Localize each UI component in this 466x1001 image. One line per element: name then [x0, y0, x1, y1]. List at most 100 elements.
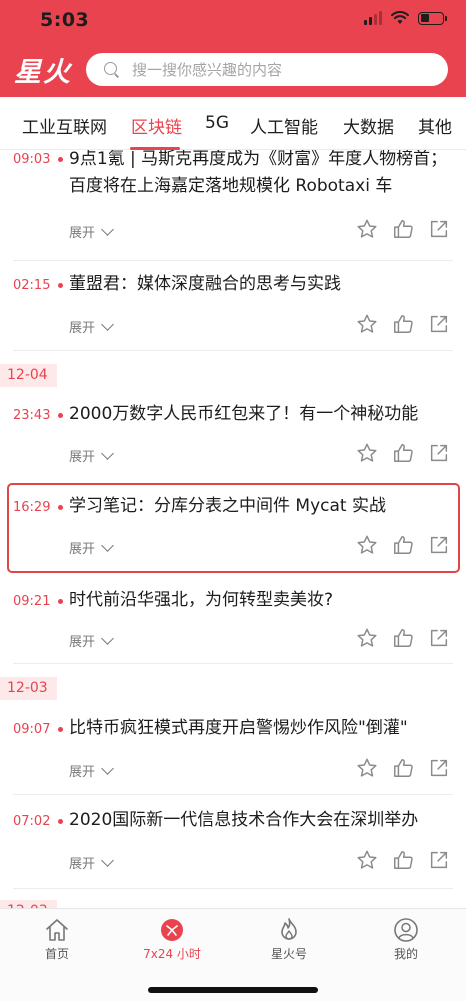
expand-label: 展开 — [69, 321, 96, 336]
nav-label: 首页 — [44, 947, 69, 961]
like-icon[interactable] — [392, 442, 414, 464]
star-icon[interactable] — [356, 442, 378, 464]
home-icon — [46, 919, 68, 941]
chevron-down-icon — [101, 222, 114, 236]
expand-button[interactable]: 展开 — [69, 222, 114, 241]
item-title[interactable]: 时代前沿华强北，为何转型卖美妆? — [69, 587, 449, 614]
share-icon[interactable] — [428, 442, 450, 464]
item-title[interactable]: 9点1氪 | 马斯克再度成为《财富》年度人物榜首；百度将在上海嘉定落地规模化 R… — [69, 150, 449, 200]
expand-label: 展开 — [69, 857, 96, 872]
nav-7x24[interactable]: 7x24 小时 — [132, 917, 212, 962]
item-dot — [58, 727, 63, 732]
chevron-down-icon — [101, 538, 114, 552]
star-icon[interactable] — [356, 757, 378, 779]
tab-5g[interactable]: 5G — [205, 113, 229, 133]
like-icon[interactable] — [392, 627, 414, 649]
nav-xinghuo[interactable]: 星火号 — [249, 917, 329, 962]
list-item[interactable]: 07:02 2020国际新一代信息技术合作大会在深圳举办 展开 — [0, 806, 466, 886]
list-item[interactable]: 23:43 2000万数字人民币红包来了！有一个神秘功能 展开 — [0, 398, 466, 478]
tab-ai[interactable]: 人工智能 — [250, 113, 318, 138]
tab-other[interactable]: 其他 — [418, 113, 452, 138]
chevron-down-icon — [101, 631, 114, 645]
star-icon[interactable] — [356, 849, 378, 871]
expand-button[interactable]: 展开 — [69, 761, 114, 780]
item-actions — [356, 757, 450, 779]
expand-button[interactable]: 展开 — [69, 538, 114, 557]
star-icon[interactable] — [356, 218, 378, 240]
star-icon[interactable] — [356, 534, 378, 556]
divider — [13, 350, 453, 351]
like-icon[interactable] — [392, 313, 414, 335]
item-title[interactable]: 2020国际新一代信息技术合作大会在深圳举办 — [69, 807, 449, 834]
share-icon[interactable] — [428, 849, 450, 871]
expand-button[interactable]: 展开 — [69, 446, 114, 465]
date-tag: 12-03 — [0, 677, 57, 700]
list-item[interactable]: 09:03 9点1氪 | 马斯克再度成为《财富》年度人物榜首；百度将在上海嘉定落… — [0, 150, 466, 258]
item-actions — [356, 313, 450, 335]
item-time: 09:03 — [13, 152, 51, 167]
date-tag: 12-04 — [0, 364, 57, 387]
user-icon — [394, 918, 418, 942]
share-icon[interactable] — [428, 313, 450, 335]
item-actions — [356, 534, 450, 556]
item-actions — [356, 627, 450, 649]
list-item[interactable]: 02:15 董盟君：媒体深度融合的思考与实践 展开 — [0, 268, 466, 348]
share-icon[interactable] — [428, 627, 450, 649]
status-icons — [364, 11, 447, 25]
expand-button[interactable]: 展开 — [69, 853, 114, 872]
item-time: 09:21 — [13, 594, 51, 609]
nav-profile[interactable]: 我的 — [366, 917, 446, 962]
like-icon[interactable] — [392, 849, 414, 871]
expand-button[interactable]: 展开 — [69, 631, 114, 650]
status-time: 5:03 — [40, 9, 90, 31]
like-icon[interactable] — [392, 534, 414, 556]
share-icon[interactable] — [428, 534, 450, 556]
item-title[interactable]: 2000万数字人民币红包来了！有一个神秘功能 — [69, 401, 449, 428]
search-placeholder: 搜一搜你感兴趣的内容 — [132, 61, 283, 79]
search-input[interactable]: 搜一搜你感兴趣的内容 — [86, 53, 448, 86]
expand-label: 展开 — [69, 765, 96, 780]
star-icon[interactable] — [356, 313, 378, 335]
wifi-icon — [391, 11, 409, 24]
home-indicator — [148, 987, 318, 993]
divider — [13, 663, 453, 664]
expand-label: 展开 — [69, 635, 96, 650]
flame-icon — [281, 918, 297, 940]
like-icon[interactable] — [392, 757, 414, 779]
item-time: 02:15 — [13, 278, 51, 293]
like-icon[interactable] — [392, 218, 414, 240]
tab-industrial-internet[interactable]: 工业互联网 — [22, 113, 107, 138]
item-title[interactable]: 董盟君：媒体深度融合的思考与实践 — [69, 271, 449, 298]
expand-label: 展开 — [69, 542, 96, 557]
list-item[interactable]: 16:29 学习笔记：分库分表之中间件 Mycat 实战 展开 — [0, 490, 466, 570]
item-dot — [58, 819, 63, 824]
expand-label: 展开 — [69, 450, 96, 465]
list-item[interactable]: 09:07 比特币疯狂模式再度开启警惕炒作风险"倒灌" 展开 — [0, 712, 466, 792]
item-dot — [58, 157, 63, 162]
item-dot — [58, 599, 63, 604]
item-dot — [58, 283, 63, 288]
chevron-down-icon — [101, 446, 114, 460]
app-header: 5:03 星火 搜一搜你感兴趣的内容 — [0, 0, 466, 97]
item-time: 07:02 — [13, 814, 51, 829]
nav-label: 我的 — [393, 947, 418, 961]
share-icon[interactable] — [428, 757, 450, 779]
item-dot — [58, 413, 63, 418]
app-logo: 星火 — [14, 57, 72, 88]
nav-home[interactable]: 首页 — [17, 917, 97, 962]
tab-big-data[interactable]: 大数据 — [343, 113, 394, 138]
search-icon — [104, 61, 120, 78]
nav-label: 7x24 小时 — [143, 947, 201, 961]
news-feed[interactable]: 09:03 9点1氪 | 马斯克再度成为《财富》年度人物榜首；百度将在上海嘉定落… — [0, 150, 466, 908]
item-title[interactable]: 学习笔记：分库分表之中间件 Mycat 实战 — [69, 493, 449, 520]
item-title[interactable]: 比特币疯狂模式再度开启警惕炒作风险"倒灌" — [69, 715, 449, 742]
share-icon[interactable] — [428, 218, 450, 240]
item-time: 16:29 — [13, 500, 51, 515]
list-item[interactable]: 09:21 时代前沿华强北，为何转型卖美妆? 展开 — [0, 584, 466, 664]
expand-button[interactable]: 展开 — [69, 317, 114, 336]
star-icon[interactable] — [356, 627, 378, 649]
expand-label: 展开 — [69, 226, 96, 241]
battery-icon — [418, 11, 447, 25]
tab-blockchain[interactable]: 区块链 — [131, 113, 182, 138]
signal-icon — [364, 11, 382, 25]
